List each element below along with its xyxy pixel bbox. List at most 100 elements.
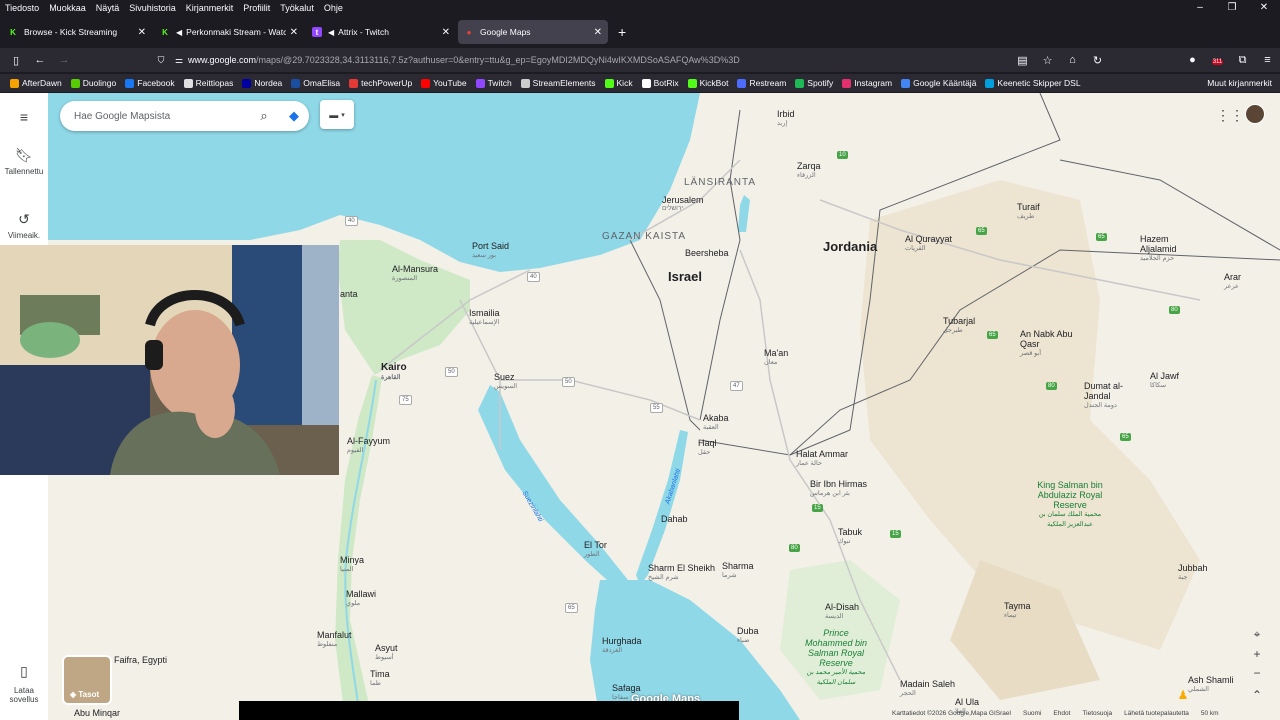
city-label[interactable]: Irbid إربد	[777, 109, 795, 127]
city-label[interactable]: Tayma تيماء	[1004, 601, 1031, 619]
city-label[interactable]: Ash Shamli الشملي	[1188, 675, 1234, 693]
avatar[interactable]	[1245, 104, 1265, 124]
directions-icon[interactable]: ◆	[279, 108, 309, 124]
tab-twitch[interactable]: t ◀ Attrix - Twitch ✕	[306, 20, 456, 44]
address-bar[interactable]: ⛉ ⚌ www.google.com/maps/@29.7023328,34.3…	[152, 50, 1007, 70]
city-label[interactable]: Jerusalem ירושלים	[662, 195, 704, 212]
city-label[interactable]: Al-Fayyum الفيوم	[347, 436, 390, 454]
account-icon[interactable]: ●	[1180, 54, 1205, 66]
city-label[interactable]: anta	[340, 289, 358, 299]
bookmark-item[interactable]: OmaElisa	[291, 78, 340, 88]
tune-icon[interactable]: ⚌	[170, 55, 188, 66]
city-label[interactable]: Tubarjal طبرجل	[943, 316, 975, 334]
bookmark-item[interactable]: Kick	[604, 78, 633, 88]
recents-button[interactable]: ↺ Viimeaik.	[0, 211, 48, 240]
bookmark-item[interactable]: techPowerUp	[349, 78, 412, 88]
minimize-icon[interactable]: –	[1184, 0, 1216, 16]
search-icon[interactable]: ⌕	[249, 108, 279, 124]
city-label[interactable]: Hazem Aljalamid حزم الجلاميد	[1140, 234, 1200, 262]
city-label[interactable]: Hurghada الغردقة	[602, 636, 642, 654]
city-label[interactable]: An Nabk Abu Qasr أبو قصر	[1020, 329, 1080, 357]
city-label[interactable]: Al-Disah الديسة	[825, 602, 859, 620]
menu-icon[interactable]: ≡	[1255, 54, 1280, 66]
city-label[interactable]: Mallawi ملوي	[346, 589, 376, 607]
bookmark-item[interactable]: Google Kääntäjä	[901, 78, 976, 88]
city-label[interactable]: Suez السويس	[494, 372, 517, 390]
menu-tools[interactable]: Työkalut	[275, 0, 319, 16]
my-location-icon[interactable]: ⌖	[1246, 627, 1268, 645]
reload-icon[interactable]: ↻	[1085, 54, 1110, 67]
saved-button[interactable]: 🔖︎ Tallennettu	[0, 147, 48, 176]
menu-file[interactable]: Tiedosto	[0, 0, 44, 16]
city-label[interactable]: Zarqa الزرقاء	[797, 161, 821, 179]
close-tab-icon[interactable]: ✕	[138, 27, 146, 38]
city-label[interactable]: Ismailia الإسماعيلية	[469, 308, 500, 326]
bookmark-item[interactable]: Instagram	[842, 78, 892, 88]
footer-terms-link[interactable]: Ehdot	[1053, 710, 1070, 720]
speaker-icon[interactable]: ◀	[176, 28, 182, 37]
other-bookmarks-button[interactable]: Muut kirjanmerkit	[1207, 74, 1272, 92]
city-label[interactable]: Arar عرعر	[1224, 272, 1241, 290]
city-label[interactable]: Al Qurayyat القريات	[905, 234, 952, 252]
footer-privacy-link[interactable]: Tietosuoja	[1082, 710, 1112, 720]
city-label[interactable]: Manfalut منفلوط	[317, 630, 352, 648]
bookmark-item[interactable]: Spotify	[795, 78, 833, 88]
zoom-in-button[interactable]: +	[1246, 647, 1268, 665]
layers-button[interactable]: ◈ Tasot	[62, 655, 112, 705]
bookmark-item[interactable]: BotRix	[641, 78, 679, 88]
park-label-king-salman-reserve[interactable]: King Salman bin Abdulaziz Royal Reserve م…	[1030, 480, 1110, 530]
region-label-west-bank[interactable]: LÄNSIRANTA	[684, 177, 756, 188]
menu-button[interactable]: ≡	[0, 109, 48, 128]
bookmark-item[interactable]: Nordea	[242, 78, 282, 88]
footer-feedback-link[interactable]: Lähetä tuotepalautetta	[1124, 710, 1189, 720]
city-label[interactable]: Duba ضباء	[737, 626, 759, 644]
city-label[interactable]: Tima طما	[370, 669, 390, 687]
city-label[interactable]: El Tor الطور	[584, 540, 607, 558]
menu-help[interactable]: Ohje	[319, 0, 348, 16]
sidebar-toggle-icon[interactable]: ▯	[4, 54, 28, 67]
park-label-prince-reserve[interactable]: Prince Mohammed bin Salman Royal Reserve…	[800, 628, 872, 688]
close-tab-icon[interactable]: ✕	[594, 27, 602, 38]
city-label[interactable]: Abu Minqar	[74, 708, 120, 718]
google-apps-icon[interactable]: ⋮⋮	[1216, 107, 1244, 124]
pegman-icon[interactable]: ♟	[1172, 688, 1194, 706]
bookmark-item[interactable]: Facebook	[125, 78, 175, 88]
map-type-chip[interactable]: ▬ ▾	[320, 100, 354, 129]
bookmark-item[interactable]: Keenetic Skipper DSL	[985, 78, 1081, 88]
bookmark-item[interactable]: Twitch	[475, 78, 512, 88]
city-label[interactable]: Beersheba	[685, 248, 729, 258]
country-label-israel[interactable]: Israel	[668, 269, 702, 284]
bookmark-item[interactable]: StreamElements	[520, 78, 596, 88]
tab-kick-stream[interactable]: K ◀ Perkonmaki Stream - Watch ✕	[154, 20, 304, 44]
restore-icon[interactable]: ❐	[1216, 0, 1248, 16]
home-icon[interactable]: ⌂	[1060, 54, 1085, 66]
download-app-button[interactable]: ▯ Lataa sovellus	[0, 663, 48, 704]
bookmark-item[interactable]: KickBot	[687, 78, 728, 88]
search-box[interactable]: Hae Google Mapsista ⌕ ◆	[60, 101, 309, 131]
city-label[interactable]: Faifra, Egypti	[114, 655, 167, 665]
city-label[interactable]: Ma'an معان	[764, 348, 788, 366]
bookmark-star-icon[interactable]: ☆	[1035, 54, 1060, 67]
city-label[interactable]: Tabuk تبوك	[838, 527, 862, 545]
close-window-icon[interactable]: ✕	[1248, 0, 1280, 16]
close-tab-icon[interactable]: ✕	[442, 27, 450, 38]
bookmark-item[interactable]: AfterDawn	[10, 78, 62, 88]
city-label[interactable]: Dahab	[661, 514, 688, 524]
city-label[interactable]: Akaba العقبة	[703, 413, 729, 431]
extensions-icon[interactable]: ⧉	[1230, 54, 1255, 67]
scale-label[interactable]: 50 km	[1201, 710, 1219, 720]
country-label-jordan[interactable]: Jordania	[823, 239, 877, 254]
bookmark-item[interactable]: Reittiopas	[183, 78, 233, 88]
city-label[interactable]: Port Said بور سعيد	[472, 241, 509, 259]
reader-view-icon[interactable]: ▤	[1010, 54, 1035, 67]
city-label-cairo[interactable]: Kairo القاهرة	[381, 362, 407, 381]
extension-badge[interactable]: 311	[1205, 54, 1230, 66]
city-label[interactable]: Madain Saleh الحجر	[900, 679, 955, 697]
bookmark-item[interactable]: YouTube	[421, 78, 467, 88]
city-label[interactable]: Al-Mansura المنصورة	[392, 264, 438, 282]
expand-icon[interactable]: ⌃	[1246, 688, 1268, 706]
city-label[interactable]: Bir Ibn Hirmas بئر ابن هرماس	[810, 479, 867, 497]
menu-edit[interactable]: Muokkaa	[44, 0, 91, 16]
tab-kick-browse[interactable]: K Browse - Kick Streaming ✕	[2, 20, 152, 44]
menu-profiles[interactable]: Profiilit	[238, 0, 275, 16]
